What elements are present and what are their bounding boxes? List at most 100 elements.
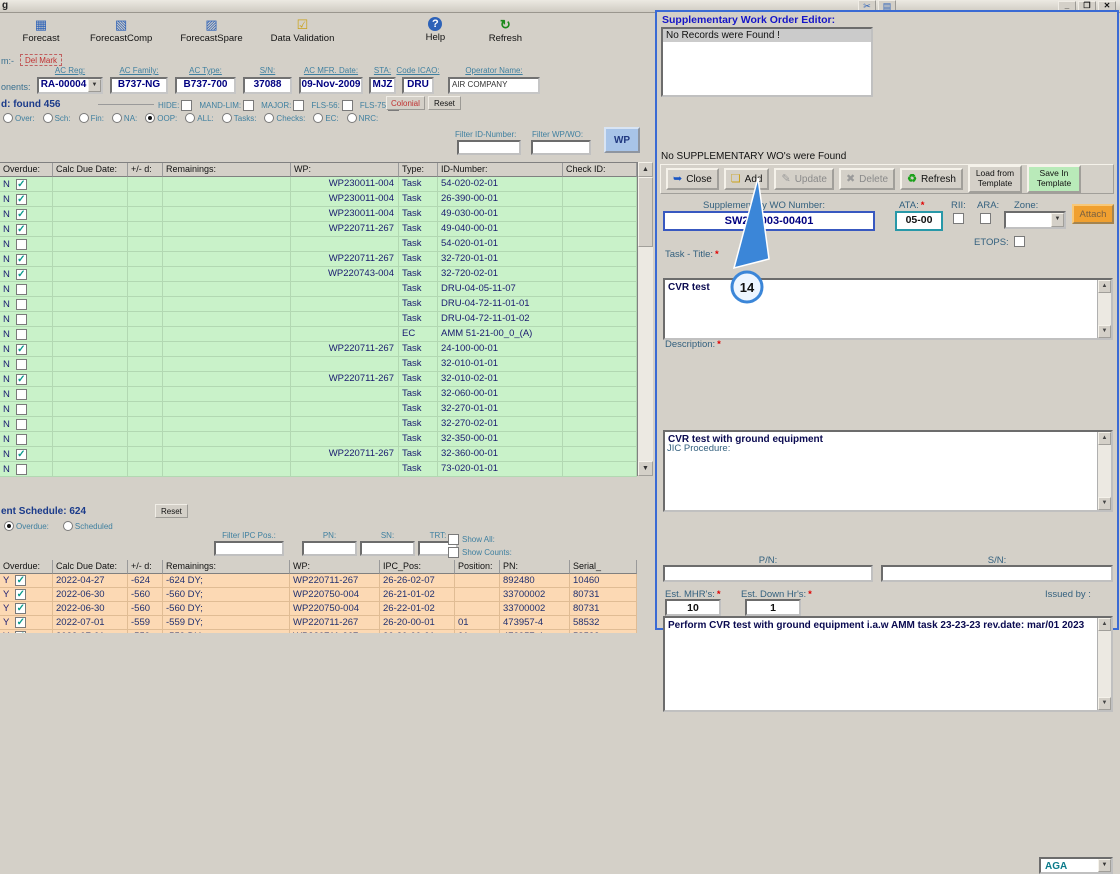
est-down-field[interactable]: 1 xyxy=(745,599,801,616)
field-value-acreg[interactable]: RA-00004 ▼ xyxy=(37,77,103,94)
show-counts-checkbox[interactable] xyxy=(448,547,459,558)
task-row[interactable]: N Task DRU-04-72-11-01-01 xyxy=(0,297,637,312)
row-checkbox[interactable]: ✓ xyxy=(15,343,27,355)
sn-input[interactable] xyxy=(881,565,1113,582)
task-row[interactable]: N Task DRU-04-72-11-01-02 xyxy=(0,312,637,327)
column-header[interactable]: Position: xyxy=(455,560,500,574)
colonial-button[interactable]: Colonial xyxy=(386,96,425,110)
radio-button[interactable] xyxy=(78,113,89,123)
filter-id-input[interactable] xyxy=(457,140,521,155)
radio-button[interactable] xyxy=(42,113,53,123)
task-row[interactable]: N ✓ WP220711-267 Task 32-360-00-01 xyxy=(0,447,637,462)
reset-button[interactable]: Reset xyxy=(428,96,461,110)
del-mark-button[interactable]: Del Mark xyxy=(20,54,63,66)
jic-procedure-textarea[interactable]: Perform CVR test with ground equipment i… xyxy=(663,616,1113,712)
radio-button[interactable] xyxy=(3,113,13,123)
toolbar-button-data-validation[interactable]: ☑ Data Validation xyxy=(265,15,341,46)
schedule-filter-input[interactable] xyxy=(214,541,284,556)
chevron-down-icon[interactable]: ▼ xyxy=(1051,213,1064,227)
refresh-button[interactable]: ♻ Refresh xyxy=(900,168,963,190)
task-table-scrollbar[interactable]: ▲ ▼ xyxy=(637,162,653,476)
row-checkbox[interactable]: ✓ xyxy=(15,193,27,205)
scroll-up-icon[interactable]: ▲ xyxy=(638,162,653,177)
task-row[interactable]: N ✓ WP230011-004 Task 26-390-00-01 xyxy=(0,192,637,207)
row-checkbox[interactable]: ✓ xyxy=(15,603,27,614)
row-checkbox[interactable] xyxy=(15,418,27,430)
row-checkbox[interactable]: ✓ xyxy=(15,589,27,600)
load-from-template-button[interactable]: Load from Template xyxy=(967,165,1022,193)
schedule-row[interactable]: Y ✓ 2022-04-27 -624 -624 DY; WP220711-267 26-2… xyxy=(0,574,637,588)
pn-input[interactable] xyxy=(663,565,873,582)
row-checkbox[interactable]: ✓ xyxy=(15,253,27,265)
column-header[interactable]: Overdue: xyxy=(0,163,53,177)
column-header[interactable]: Calc Due Date: xyxy=(53,163,128,177)
row-checkbox[interactable]: ✓ xyxy=(15,178,27,190)
schedule-row[interactable]: Y ✓ 2022-06-30 -560 -560 DY; WP220750-004 26-2… xyxy=(0,602,637,616)
scroll-down-icon[interactable]: ▼ xyxy=(1098,497,1111,510)
checkbox[interactable] xyxy=(341,99,353,111)
radio-button[interactable] xyxy=(264,113,275,123)
row-checkbox[interactable]: ✓ xyxy=(15,575,27,586)
checkbox[interactable] xyxy=(243,99,255,111)
task-row[interactable]: N ✓ WP230011-004 Task 49-030-00-01 xyxy=(0,207,637,222)
column-header[interactable]: +/- d: xyxy=(128,163,163,177)
task-row[interactable]: N ✓ WP230011-004 Task 54-020-02-01 xyxy=(0,177,637,192)
column-header[interactable]: WP: xyxy=(291,163,399,177)
jic-procedure-value[interactable]: Perform CVR test with ground equipment i… xyxy=(665,618,1111,634)
row-checkbox[interactable] xyxy=(15,313,27,325)
column-header[interactable]: Overdue: xyxy=(0,560,53,574)
textarea-scrollbar[interactable]: ▲ ▼ xyxy=(1097,618,1111,710)
task-row[interactable]: N Task 32-010-01-01 xyxy=(0,357,637,372)
row-checkbox[interactable]: ✓ xyxy=(15,617,27,628)
row-checkbox[interactable] xyxy=(15,328,27,340)
filter-wp-input[interactable] xyxy=(531,140,591,155)
records-listbox[interactable]: No Records were Found ! xyxy=(661,27,873,97)
task-title-value[interactable]: CVR test xyxy=(665,280,1111,296)
checkbox[interactable] xyxy=(181,99,193,111)
schedule-reset-button[interactable]: Reset xyxy=(155,504,188,518)
column-header[interactable]: Serial_ xyxy=(570,560,637,574)
column-header[interactable]: IPC_Pos: xyxy=(380,560,455,574)
task-row[interactable]: N ✓ WP220711-267 Task 49-040-00-01 xyxy=(0,222,637,237)
column-header[interactable]: Check ID: xyxy=(563,163,637,177)
row-checkbox[interactable] xyxy=(15,433,27,445)
textarea-scrollbar[interactable]: ▲ ▼ xyxy=(1097,280,1111,338)
task-row[interactable]: N Task 54-020-01-01 xyxy=(0,237,637,252)
task-row[interactable]: N Task 32-060-00-01 xyxy=(0,387,637,402)
radio-button[interactable] xyxy=(111,113,122,123)
radio-button[interactable] xyxy=(221,113,232,123)
toolbar-button-forecast[interactable]: ▦ Forecast xyxy=(14,15,68,46)
textarea-scrollbar[interactable]: ▲ ▼ xyxy=(1097,432,1111,510)
etops-checkbox[interactable] xyxy=(1014,236,1025,247)
scroll-thumb[interactable] xyxy=(638,177,653,247)
scroll-up-icon[interactable]: ▲ xyxy=(1098,432,1111,445)
checkbox[interactable] xyxy=(293,99,305,111)
row-checkbox[interactable] xyxy=(15,283,27,295)
schedule-filter-input[interactable] xyxy=(360,541,415,556)
row-checkbox[interactable] xyxy=(15,388,27,400)
column-header[interactable]: Calc Due Date: xyxy=(53,560,128,574)
radio-button[interactable] xyxy=(4,521,14,531)
wp-button[interactable]: WP xyxy=(604,127,640,153)
row-checkbox[interactable] xyxy=(15,238,27,250)
row-checkbox[interactable]: ✓ xyxy=(15,373,27,385)
scroll-up-icon[interactable]: ▲ xyxy=(1098,618,1111,631)
chevron-down-icon[interactable]: ▼ xyxy=(1098,859,1111,872)
row-checkbox[interactable]: ✓ xyxy=(15,268,27,280)
rii-checkbox[interactable] xyxy=(953,213,964,224)
zone-dropdown[interactable]: ▼ xyxy=(1004,211,1066,229)
scroll-down-icon[interactable]: ▼ xyxy=(638,461,653,476)
schedule-filter-input[interactable] xyxy=(302,541,357,556)
column-header[interactable]: Remainings: xyxy=(163,560,290,574)
task-row[interactable]: N ✓ WP220711-267 Task 32-720-01-01 xyxy=(0,252,637,267)
wo-number-field[interactable]: SW240003-00401 xyxy=(663,211,875,231)
radio-button[interactable] xyxy=(313,113,324,123)
radio-button[interactable] xyxy=(145,113,156,123)
toolbar-button-help[interactable]: ? Help xyxy=(408,15,462,45)
description-value[interactable]: CVR test with ground equipment xyxy=(665,432,1111,448)
attach-button[interactable]: Attach xyxy=(1072,204,1114,224)
task-row[interactable]: N Task 73-020-01-01 xyxy=(0,462,637,477)
chevron-down-icon[interactable]: ▼ xyxy=(88,79,101,92)
schedule-row[interactable]: Y✓2022-07-01-559-559 DY;WP220711-26726-2… xyxy=(0,616,637,630)
row-checkbox[interactable] xyxy=(15,463,27,475)
